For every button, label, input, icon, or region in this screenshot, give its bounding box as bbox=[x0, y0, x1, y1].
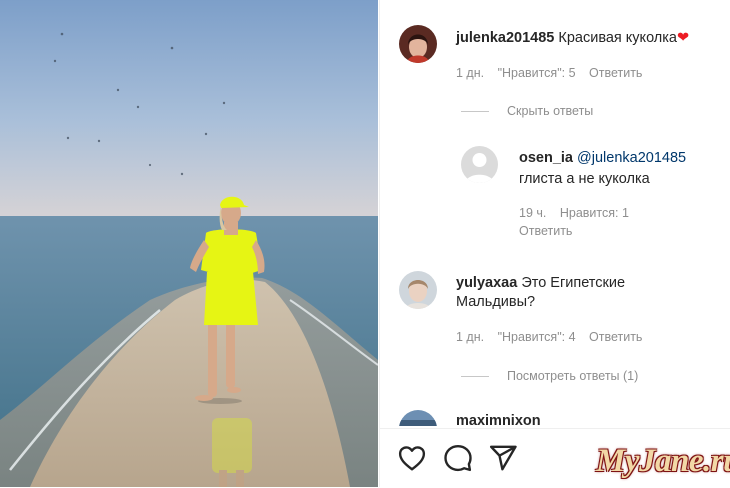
reply-username[interactable]: osen_ia bbox=[519, 150, 573, 166]
like-button[interactable] bbox=[397, 443, 427, 473]
comment-text: julenka201485 Красивая куколка❤ bbox=[456, 29, 689, 47]
reply-likes[interactable]: Нравится: 1 bbox=[560, 206, 629, 220]
comment-username[interactable]: maximnixon bbox=[456, 413, 541, 426]
comment-body: Это Египетские bbox=[521, 275, 626, 291]
heart-emoji-icon: ❤ bbox=[677, 30, 690, 46]
reply-meta: 19 ч. Нравится: 1 bbox=[519, 206, 639, 220]
site-watermark: MyJane.ru bbox=[596, 443, 730, 479]
reply-button[interactable]: Ответить bbox=[589, 330, 642, 344]
avatar[interactable] bbox=[399, 410, 437, 426]
reply-text-line1: osen_ia @julenka201485 bbox=[519, 149, 686, 167]
comment-icon bbox=[444, 444, 472, 472]
comment-likes[interactable]: "Нравится": 4 bbox=[498, 330, 576, 344]
mention-link[interactable]: @julenka201485 bbox=[577, 150, 686, 166]
comment-time[interactable]: 1 дн. bbox=[456, 66, 484, 80]
toggle-label: Посмотреть ответы (1) bbox=[507, 369, 639, 383]
heart-icon bbox=[398, 446, 426, 471]
comment-button[interactable] bbox=[443, 443, 473, 473]
hide-replies-button[interactable]: Скрыть ответы bbox=[461, 104, 593, 118]
comment-likes[interactable]: "Нравится": 5 bbox=[498, 66, 576, 80]
default-user-icon bbox=[461, 146, 498, 183]
comment-username[interactable]: yulyaxaa bbox=[456, 275, 517, 291]
reply-body: глиста а не куколка bbox=[519, 171, 650, 187]
avatar[interactable] bbox=[461, 146, 498, 183]
comment-time[interactable]: 1 дн. bbox=[456, 330, 484, 344]
user-photo-icon bbox=[399, 25, 437, 63]
comment-body: Красивая куколка bbox=[558, 30, 677, 46]
toggle-label: Скрыть ответы bbox=[507, 104, 594, 118]
comment-text-line2: Мальдивы? bbox=[456, 294, 536, 310]
comment-text-line1: yulyaxaa Это Египетские bbox=[456, 274, 625, 292]
view-replies-button[interactable]: Посмотреть ответы (1) bbox=[461, 369, 638, 383]
user-photo-icon bbox=[399, 410, 437, 426]
reply-reply-button[interactable]: Ответить bbox=[519, 224, 572, 238]
share-button[interactable] bbox=[488, 443, 518, 473]
avatar[interactable] bbox=[399, 25, 437, 63]
post-photo[interactable] bbox=[0, 0, 378, 487]
share-icon bbox=[489, 445, 517, 471]
divider-line bbox=[461, 375, 489, 377]
comment-meta: 1 дн. "Нравится": 4 Ответить bbox=[456, 330, 652, 344]
comment-username[interactable]: julenka201485 bbox=[456, 30, 554, 46]
comment-meta: 1 дн. "Нравится": 5 Ответить bbox=[456, 66, 652, 80]
reply-time[interactable]: 19 ч. bbox=[519, 206, 546, 220]
comments-panel: julenka201485 Красивая куколка❤ 1 дн. "Н… bbox=[379, 0, 730, 487]
beach-scene-image bbox=[0, 0, 378, 487]
comments-list: julenka201485 Красивая куколка❤ 1 дн. "Н… bbox=[380, 0, 730, 426]
user-photo-icon bbox=[399, 271, 437, 309]
reply-button[interactable]: Ответить bbox=[589, 66, 642, 80]
comment-text-line1: maximnixon bbox=[456, 412, 541, 426]
divider-line bbox=[461, 110, 489, 112]
avatar[interactable] bbox=[399, 271, 437, 309]
